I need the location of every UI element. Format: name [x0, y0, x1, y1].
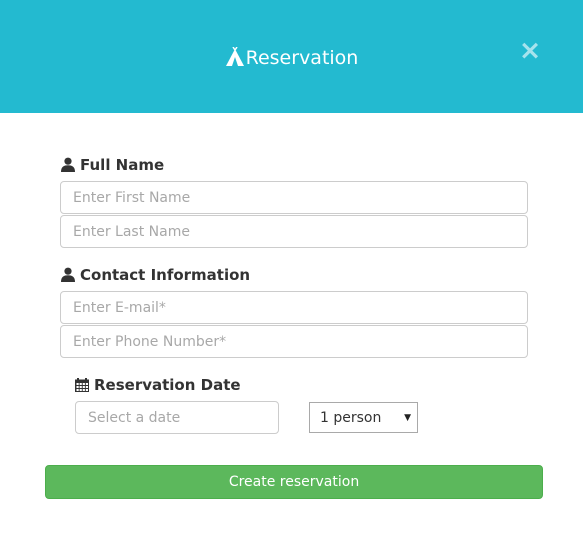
- last-name-input[interactable]: [60, 215, 528, 248]
- close-icon[interactable]: ×: [519, 35, 542, 66]
- tent-icon: [225, 46, 245, 75]
- phone-input[interactable]: [60, 325, 528, 358]
- caret-down-icon: ▼: [404, 413, 411, 423]
- modal-title-text: Reservation: [245, 47, 359, 69]
- date-input[interactable]: [75, 401, 279, 434]
- email-input[interactable]: [60, 291, 528, 324]
- party-size-select[interactable]: 1 person ▼: [309, 402, 418, 433]
- close-button[interactable]: ×: [517, 37, 543, 65]
- contact-info-label: Contact Information: [61, 265, 250, 285]
- user-icon: [61, 157, 75, 177]
- reservation-date-label-text: Reservation Date: [94, 376, 241, 394]
- full-name-label-text: Full Name: [80, 156, 165, 174]
- first-name-input[interactable]: [60, 181, 528, 214]
- create-reservation-label: Create reservation: [228, 474, 360, 490]
- full-name-label: Full Name: [61, 155, 164, 175]
- reservation-date-label: Reservation Date: [75, 375, 241, 395]
- party-size-value: 1 person: [320, 410, 382, 426]
- modal-title: Reservation: [0, 44, 583, 72]
- create-reservation-button[interactable]: Create reservation: [45, 465, 543, 499]
- contact-info-label-text: Contact Information: [80, 266, 251, 284]
- modal-header: Reservation ×: [0, 0, 583, 113]
- user-icon: [61, 267, 75, 287]
- calendar-icon: [75, 377, 89, 397]
